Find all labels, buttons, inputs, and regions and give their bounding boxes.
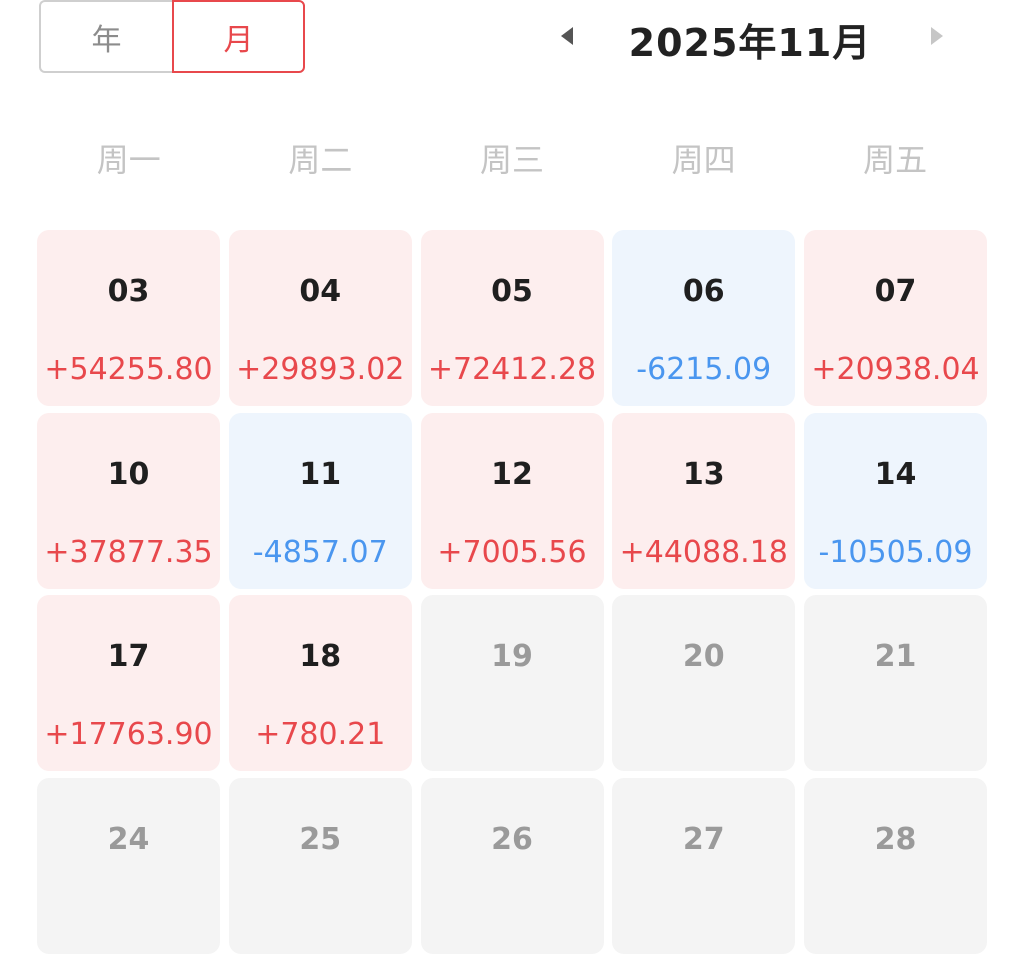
calendar-day-cell[interactable]: 27 bbox=[612, 777, 796, 954]
pnl-value: +54255.80 bbox=[44, 352, 213, 387]
pnl-value: +29893.02 bbox=[236, 352, 405, 387]
triangle-left-icon bbox=[561, 27, 573, 45]
day-number: 19 bbox=[491, 639, 533, 674]
pnl-value: +72412.28 bbox=[427, 352, 597, 387]
pnl-value: +780.21 bbox=[255, 717, 386, 752]
triangle-right-icon bbox=[931, 27, 943, 45]
calendar-day-cell[interactable]: 07 +20938.04 bbox=[804, 230, 987, 406]
calendar-day-cell[interactable]: 24 bbox=[37, 777, 220, 954]
pnl-value: -6215.09 bbox=[636, 352, 772, 387]
month-navigator: 2025年11月 bbox=[540, 0, 970, 73]
pnl-value: +20938.04 bbox=[811, 352, 980, 387]
pnl-value: -10505.09 bbox=[818, 534, 973, 570]
pnl-value: +44088.18 bbox=[619, 534, 788, 570]
day-number: 05 bbox=[491, 274, 533, 309]
calendar-grid: 03 +54255.80 04 +29893.02 05 +72412.28 06 -6215… bbox=[37, 230, 987, 954]
day-number: 21 bbox=[874, 639, 917, 674]
calendar-day-cell[interactable]: 21 bbox=[804, 595, 987, 771]
pnl-value: -4857.07 bbox=[252, 534, 388, 570]
prev-month-button[interactable] bbox=[552, 22, 582, 50]
pnl-value: +37877.35 bbox=[44, 534, 213, 570]
view-toggle: 年 月 bbox=[39, 0, 305, 73]
calendar-day-cell[interactable]: 10 +37877.35 bbox=[37, 412, 220, 589]
weekday-label: 周五 bbox=[863, 141, 928, 179]
calendar-day-cell[interactable]: 05 +72412.28 bbox=[420, 230, 604, 406]
calendar-day-cell[interactable]: 04 +29893.02 bbox=[228, 230, 412, 406]
weekday-label: 周三 bbox=[479, 141, 544, 179]
calendar-day-cell[interactable]: 19 bbox=[420, 595, 604, 771]
day-number: 12 bbox=[491, 456, 533, 492]
weekday-label: 周一 bbox=[96, 141, 161, 179]
day-number: 10 bbox=[107, 456, 150, 492]
calendar-day-cell[interactable]: 28 bbox=[804, 777, 987, 954]
month-title: 2025年11月 bbox=[628, 21, 872, 65]
day-number: 13 bbox=[682, 456, 725, 492]
day-number: 18 bbox=[299, 639, 342, 674]
day-number: 06 bbox=[682, 274, 725, 309]
day-number: 25 bbox=[299, 821, 342, 857]
day-number: 11 bbox=[299, 456, 342, 492]
weekday-label: 周四 bbox=[671, 141, 736, 179]
weekday-header: 周一 周二 周三 周四 周五 bbox=[33, 135, 991, 181]
day-number: 26 bbox=[491, 821, 533, 857]
calendar-day-cell[interactable]: 17 +17763.90 bbox=[37, 595, 220, 771]
weekday-label: 周二 bbox=[288, 141, 353, 179]
day-number: 17 bbox=[107, 639, 150, 674]
day-number: 03 bbox=[107, 274, 150, 309]
day-number: 07 bbox=[874, 274, 917, 309]
calendar-day-cell[interactable]: 26 bbox=[420, 777, 604, 954]
calendar-day-cell[interactable]: 06 -6215.09 bbox=[612, 230, 796, 406]
calendar-day-cell[interactable]: 14 -10505.09 bbox=[804, 412, 987, 589]
calendar-day-cell[interactable]: 12 +7005.56 bbox=[420, 412, 604, 589]
next-month-button[interactable] bbox=[922, 22, 952, 50]
day-number: 24 bbox=[107, 821, 150, 857]
calendar-day-cell[interactable]: 20 bbox=[612, 595, 796, 771]
calendar-day-cell[interactable]: 11 -4857.07 bbox=[228, 412, 412, 589]
calendar-day-cell[interactable]: 13 +44088.18 bbox=[612, 412, 796, 589]
day-number: 28 bbox=[874, 821, 917, 857]
month-view-button[interactable]: 月 bbox=[172, 0, 305, 73]
pnl-value: +7005.56 bbox=[437, 534, 587, 570]
calendar-day-cell[interactable]: 03 +54255.80 bbox=[37, 230, 220, 406]
day-number: 04 bbox=[299, 274, 342, 309]
calendar-day-cell[interactable]: 25 bbox=[228, 777, 412, 954]
calendar-day-cell[interactable]: 18 +780.21 bbox=[228, 595, 412, 771]
day-number: 27 bbox=[682, 821, 725, 857]
day-number: 20 bbox=[682, 639, 725, 674]
pnl-value: +17763.90 bbox=[44, 717, 213, 752]
year-view-button[interactable]: 年 bbox=[39, 0, 172, 73]
day-number: 14 bbox=[874, 456, 917, 492]
